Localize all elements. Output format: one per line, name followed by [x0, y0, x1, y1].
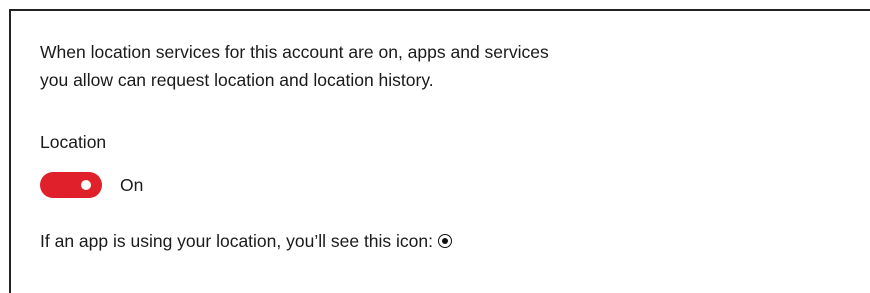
info-text: If an app is using your location, you’ll…: [40, 231, 433, 251]
description-line-2: you allow can request location and locat…: [40, 70, 434, 90]
location-description: When location services for this account …: [40, 38, 740, 94]
description-line-1: When location services for this account …: [40, 42, 549, 62]
location-label: Location: [40, 132, 107, 152]
location-in-use-info: If an app is using your location, you’ll…: [40, 229, 452, 253]
toggle-state-label: On: [120, 175, 144, 195]
toggle-knob: [81, 180, 91, 190]
location-in-use-icon: [438, 234, 452, 248]
location-toggle[interactable]: [40, 172, 102, 198]
